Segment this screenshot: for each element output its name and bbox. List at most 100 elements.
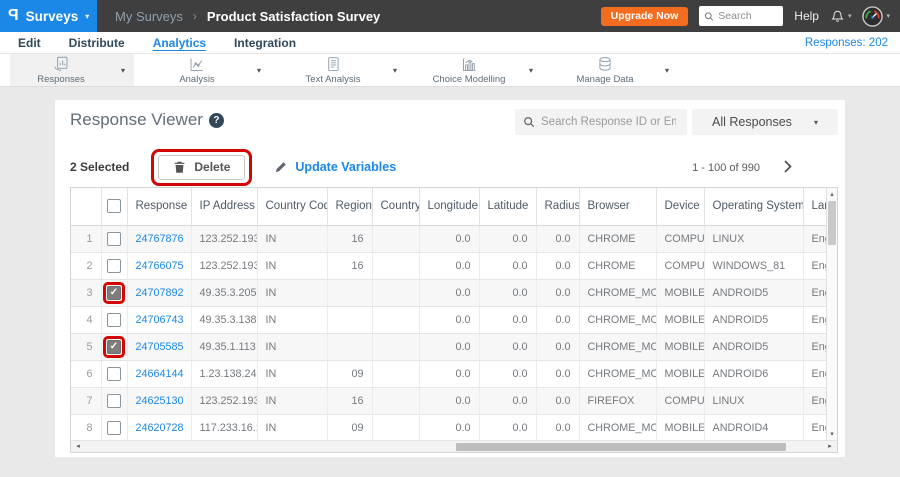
response-id-link[interactable]: 24625130 [136, 395, 184, 407]
delete-button[interactable]: Delete [158, 154, 246, 180]
horizontal-scroll-thumb[interactable] [456, 443, 786, 451]
surveys-product-menu[interactable]: P Surveys ▾ [0, 0, 97, 32]
tab-edit[interactable]: Edit [18, 36, 41, 50]
response-id-link[interactable]: 24664144 [136, 368, 184, 380]
response-search-input[interactable] [541, 116, 676, 128]
breadcrumb-my-surveys[interactable]: My Surveys [115, 9, 183, 24]
help-link[interactable]: Help [794, 9, 819, 23]
scroll-down-icon[interactable]: ▾ [827, 430, 837, 438]
update-variables-button[interactable]: Update Variables [274, 160, 396, 174]
global-search[interactable] [699, 6, 784, 26]
viewer-title: Response Viewer? [70, 110, 224, 130]
row-checkbox[interactable] [107, 393, 121, 408]
response-id-link[interactable]: 24620728 [136, 422, 184, 434]
checkbox-annotation-ring [103, 255, 125, 277]
header-country[interactable]: Country [371, 188, 419, 226]
row-checkbox[interactable] [107, 258, 121, 273]
cell-device: COMPUTER [655, 252, 704, 280]
text-analysis-icon [324, 56, 342, 73]
row-checkbox[interactable] [107, 339, 121, 354]
header-device[interactable]: Device [655, 188, 704, 226]
vertical-scroll-thumb[interactable] [828, 201, 836, 245]
tab-integration[interactable]: Integration [234, 36, 296, 50]
header-response-id[interactable]: Response ID▲ [126, 188, 191, 226]
toolbar-manage-data-button[interactable]: Manage Data [554, 54, 656, 86]
scroll-up-icon[interactable]: ▴ [827, 190, 837, 198]
tab-distribute[interactable]: Distribute [69, 36, 125, 50]
cell-ip-address: 117.233.16.177 [190, 414, 257, 442]
cell-operating-system: LINUX [703, 225, 803, 253]
table-row: 8 24620728 117.233.16.177 IN 09 0.0 0.0 … [71, 414, 828, 442]
row-checkbox[interactable] [107, 366, 121, 381]
header-operating-system[interactable]: Operating System [703, 188, 803, 226]
row-number: 6 [71, 360, 101, 388]
toolbar-choice-modelling-caret[interactable]: ▾ [520, 66, 542, 75]
cell-latitude: 0.0 [478, 387, 536, 415]
header-browser[interactable]: Browser [578, 188, 656, 226]
header-country-code[interactable]: Country Code [256, 188, 327, 226]
cell-response-id: 24707892 [126, 279, 191, 307]
row-checkbox-cell [100, 225, 127, 253]
response-id-link[interactable]: 24707892 [136, 287, 184, 299]
upgrade-now-button[interactable]: Upgrade Now [600, 6, 689, 26]
cell-language: Eng [802, 333, 828, 361]
responses-table-container: Response ID▲ IP Address Country Code Reg… [70, 187, 838, 453]
toolbar-text-analysis-caret[interactable]: ▾ [384, 66, 406, 75]
toolbar-responses-button[interactable]: Responses [10, 54, 112, 86]
header-latitude[interactable]: Latitude [478, 188, 536, 226]
toolbar-text-analysis-button[interactable]: Text Analysis [282, 54, 384, 86]
row-checkbox[interactable] [107, 231, 121, 246]
surveys-menu-label: Surveys [25, 8, 79, 24]
cell-language: Eng [802, 252, 828, 280]
cell-device: COMPUTER [655, 225, 704, 253]
next-page-button[interactable] [784, 160, 792, 178]
checkbox-annotation-ring [103, 281, 125, 304]
response-id-link[interactable]: 24706743 [136, 314, 184, 326]
table-row: 3 24707892 49.35.3.205 IN 0.0 0.0 0.0 CH… [71, 279, 828, 307]
notifications-button[interactable]: ▾ [830, 9, 851, 24]
horizontal-scrollbar[interactable]: ◂ ▸ [71, 440, 837, 452]
cell-language: Eng [802, 306, 828, 334]
cell-country [371, 306, 419, 334]
scroll-right-icon[interactable]: ▸ [825, 442, 835, 450]
cell-country-code: IN [256, 360, 327, 388]
cell-longitude: 0.0 [418, 225, 479, 253]
responses-filter-dropdown[interactable]: All Responses ▾ [692, 109, 838, 135]
toolbar-analysis-button[interactable]: Analysis [146, 54, 248, 86]
cell-country [371, 333, 419, 361]
tab-analytics[interactable]: Analytics [153, 36, 206, 50]
response-id-link[interactable]: 24767876 [136, 233, 184, 245]
header-region[interactable]: Region [326, 188, 372, 226]
toolbar-group-analysis: Analysis ▾ [146, 54, 270, 86]
help-question-icon[interactable]: ? [208, 113, 224, 128]
breadcrumb: My Surveys › Product Satisfaction Survey [97, 9, 380, 24]
cell-browser: CHROME_MOBILE [578, 360, 656, 388]
toolbar-manage-data-caret[interactable]: ▾ [656, 66, 678, 75]
toolbar-responses-caret[interactable]: ▾ [112, 66, 134, 75]
header-radius[interactable]: Radius [535, 188, 579, 226]
cell-longitude: 0.0 [418, 306, 479, 334]
app-window: P Surveys ▾ My Surveys › Product Satisfa… [0, 0, 900, 477]
response-id-link[interactable]: 24766075 [136, 260, 184, 272]
row-checkbox[interactable] [107, 312, 121, 327]
select-all-checkbox[interactable] [107, 199, 121, 214]
row-checkbox[interactable] [107, 420, 121, 435]
cell-browser: CHROME_MOBILE [578, 414, 656, 442]
cell-ip-address: 123.252.193.148 [190, 252, 257, 280]
scroll-left-icon[interactable]: ◂ [73, 442, 83, 450]
cell-response-id: 24620728 [126, 414, 191, 442]
header-ip-address[interactable]: IP Address [190, 188, 257, 226]
toolbar-choice-modelling-button[interactable]: Choice Modelling [418, 54, 520, 86]
toolbar-analysis-caret[interactable]: ▾ [248, 66, 270, 75]
header-language[interactable]: Lar [802, 188, 828, 226]
account-menu[interactable]: ▾ [862, 5, 890, 27]
vertical-scrollbar[interactable]: ▴ ▾ [826, 188, 837, 440]
header-longitude[interactable]: Longitude [418, 188, 479, 226]
row-checkbox[interactable] [107, 285, 121, 300]
responses-count-link[interactable]: Responses: 202 [805, 37, 900, 49]
toolbar-analysis-label: Analysis [179, 73, 215, 85]
response-id-link[interactable]: 24705585 [136, 341, 184, 353]
global-search-input[interactable] [718, 10, 779, 22]
cell-browser: CHROME_MOBILE [578, 333, 656, 361]
response-search[interactable] [515, 109, 687, 135]
